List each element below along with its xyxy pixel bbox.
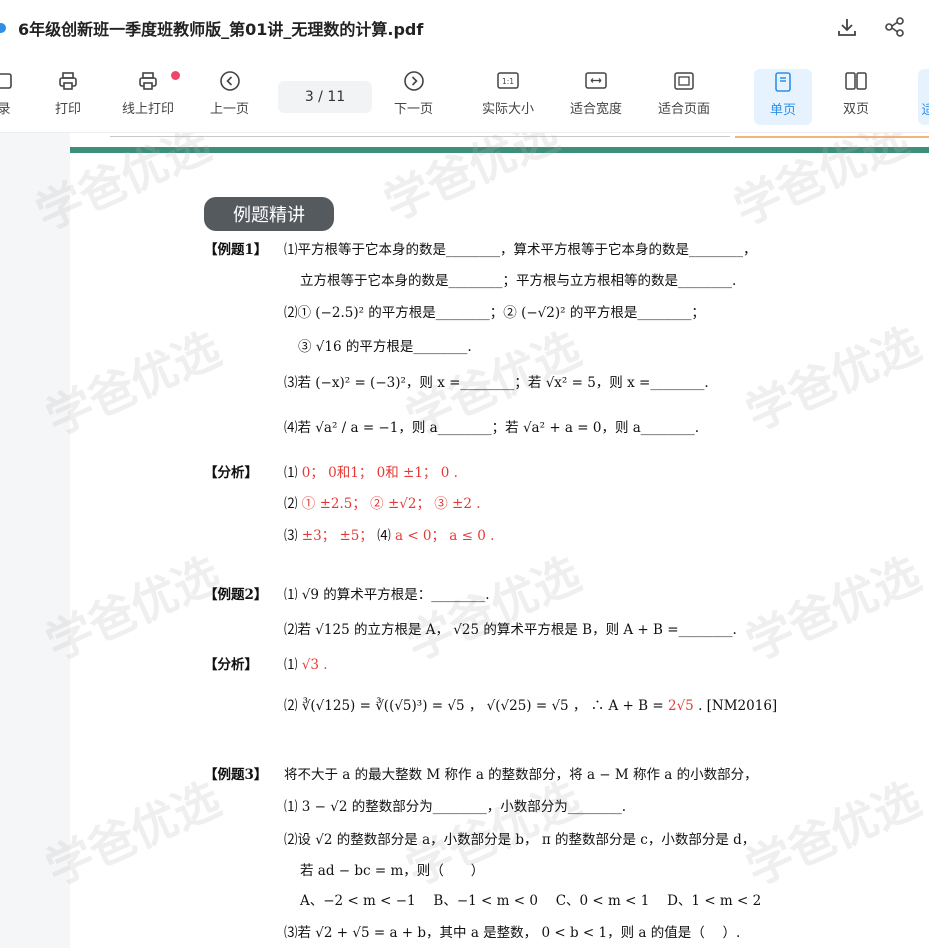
toolbar-label: 打印 (55, 102, 82, 117)
toolbar-label: 双页 (843, 102, 870, 117)
header-bar (70, 147, 929, 153)
toolbar-more-button[interactable]: 适 (918, 69, 929, 125)
answer-prefix: ⑵ (284, 698, 298, 714)
answer-prefix: ⑴ (284, 657, 298, 673)
toolbar-next-page-button[interactable]: 下一页 (394, 68, 433, 124)
section-title: 例题精讲 (204, 197, 334, 231)
toolbar-single-page-button[interactable]: 单页 (754, 69, 812, 125)
download-button[interactable] (834, 14, 860, 40)
share-icon (885, 17, 904, 37)
toolbar-print-button[interactable]: 打印 (55, 68, 81, 124)
question-text: ⑵① (−2.5)² 的平方根是________；② (−√2)² 的平方根是_… (284, 305, 705, 321)
answer-prefix: ⑷ (377, 528, 391, 544)
question-text: ⑴ 3 − √2 的整数部分为________，小数部分为________. (284, 799, 627, 815)
pdf-viewer: 6年级创新班一季度班教师版_第01讲_无理数的计算.pdf 录 打印 线上打印 … (0, 0, 929, 948)
answer-text: ∛(√125) = ∛((√5)³) = √5 ， √(√25) = √5 ， … (301, 698, 664, 714)
toolbar-catalog-button[interactable]: 录 (0, 68, 14, 124)
toolbar-actual-size-button[interactable]: 1:1 实际大小 (482, 68, 534, 124)
question-text: ⑶若 √2 + √5 = a + b，其中 a 是整数， 0 < b < 1，则… (284, 925, 741, 941)
example-label: 【例题3】 (204, 767, 268, 783)
toolbar-label: 单页 (769, 103, 796, 118)
answer-prefix: ⑴ (284, 465, 298, 481)
document-title: 6年级创新班一季度班教师版_第01讲_无理数的计算.pdf (18, 20, 424, 39)
answer-text: √3 . (301, 657, 328, 673)
answer-text: 0； 0和1； 0和 ±1； 0 . (301, 465, 458, 481)
fit-width-icon (584, 68, 608, 94)
download-icon (838, 19, 856, 36)
answer-text: ±3； ±5； (301, 528, 373, 544)
toolbar-fit-page-button[interactable]: 适合页面 (658, 68, 710, 124)
question-text: ⑴平方根等于它本身的数是________，算术平方根等于它本身的数是______… (284, 242, 757, 258)
question-options: A、−2 < m < −1 B、−1 < m < 0 C、0 < m < 1 D… (300, 893, 762, 909)
title-bar: 6年级创新班一季度班教师版_第01讲_无理数的计算.pdf (0, 0, 929, 56)
chevron-right-circle-icon (403, 68, 425, 94)
toolbar-online-print-button[interactable]: 线上打印 (122, 68, 174, 124)
toolbar-fit-width-button[interactable]: 适合宽度 (570, 68, 622, 124)
question-text: ③ √16 的平方根是________. (298, 339, 472, 355)
status-dot (0, 23, 6, 33)
answer-line: ⑴ √3 . (284, 653, 328, 673)
answer-line: ⑵ ∛(√125) = ∛((√5)³) = √5 ， √(√25) = √5 … (284, 694, 777, 714)
toolbar-label: 线上打印 (122, 102, 175, 117)
toolbar-label: 适合宽度 (570, 102, 623, 117)
question-text: 将不大于 a 的最大整数 M 称作 a 的整数部分，将 a − M 称作 a 的… (284, 767, 758, 783)
svg-text:1:1: 1:1 (502, 77, 514, 86)
answer-line: ⑵ ① ±2.5； ② ±√2； ③ ±2 . (284, 492, 481, 512)
toolbar-label: 录 (0, 102, 11, 117)
toolbar-label: 下一页 (394, 102, 434, 117)
catalog-icon (0, 68, 14, 94)
example-label: 【例题1】 (204, 242, 268, 258)
toolbar-label: 适 (921, 103, 929, 118)
answer-prefix: ⑶ (284, 528, 298, 544)
page-number-input[interactable]: 3 / 11 (278, 81, 372, 113)
analysis-label: 【分析】 (204, 657, 258, 673)
question-text: ⑶若 (−x)² = (−3)²，则 x =________；若 √x² = 5… (284, 375, 709, 391)
fit-page-icon (672, 68, 696, 94)
chevron-left-circle-icon (219, 68, 241, 94)
share-button[interactable] (882, 14, 908, 40)
question-text: ⑵若 √125 的立方根是 A， √25 的算术平方根是 B，则 A + B =… (284, 622, 737, 638)
answer-text: ① ±2.5； ② ±√2； ③ ±2 . (301, 496, 481, 512)
double-page-icon (844, 68, 868, 94)
printer-icon (57, 68, 79, 94)
question-text: 立方根等于它本身的数是________；平方根与立方根相等的数是________… (300, 273, 737, 289)
header-accent-rule (735, 136, 929, 138)
example-label: 【例题2】 (204, 587, 268, 603)
single-page-icon (772, 69, 794, 95)
question-text: ⑵设 √2 的整数部分是 a，小数部分是 b， π 的整数部分是 c，小数部分是… (284, 832, 756, 848)
answer-text: a < 0； a ≤ 0 . (394, 528, 495, 544)
question-text: ⑷若 √a² / a = −1，则 a________；若 √a² + a = … (284, 420, 700, 436)
question-text: ⑴ √9 的算术平方根是：________. (284, 587, 490, 603)
toolbar-prev-page-button[interactable]: 上一页 (210, 68, 249, 124)
answer-line: ⑴ 0； 0和1； 0和 ±1； 0 . (284, 461, 458, 481)
toolbar-double-page-button[interactable]: 双页 (843, 68, 869, 124)
document-area[interactable]: 学爸优选 学爸优选 学爸优选 学爸优选 学爸优选 学爸优选 学爸优选 学爸优选 … (0, 133, 929, 948)
question-text: 若 ad − bc = m，则（ ） (300, 863, 485, 879)
online-printer-icon (137, 68, 159, 94)
header-rule (110, 136, 730, 137)
notification-badge (171, 71, 180, 80)
toolbar-label: 实际大小 (482, 102, 535, 117)
toolbar-label: 适合页面 (658, 102, 711, 117)
analysis-label: 【分析】 (204, 465, 258, 481)
toolbar-label: 上一页 (210, 102, 250, 117)
actual-size-icon: 1:1 (496, 68, 520, 94)
answer-text: . [NM2016] (698, 698, 778, 714)
answer-line: ⑶ ±3； ±5； ⑷ a < 0； a ≤ 0 . (284, 524, 494, 544)
toolbar: 录 打印 线上打印 上一页 下一页 1:1 实际大小 适合宽度 适合页面 单页 … (0, 56, 929, 132)
answer-highlight: 2√5 (667, 698, 694, 714)
answer-prefix: ⑵ (284, 496, 298, 512)
